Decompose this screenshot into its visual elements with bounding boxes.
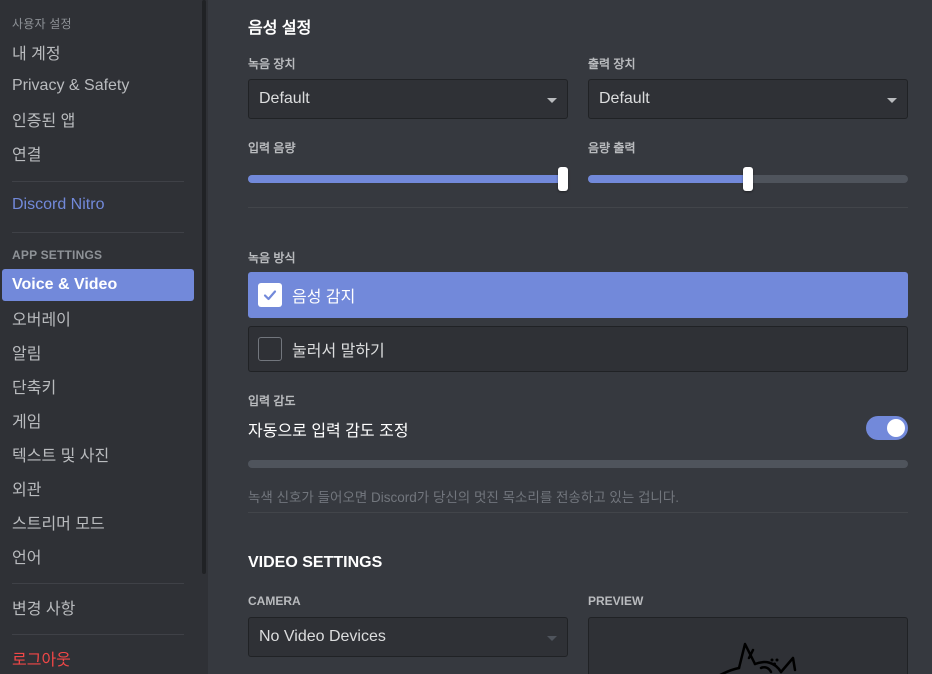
sidebar-item-connections[interactable]: 연결 xyxy=(2,137,194,169)
sidebar-scrollbar[interactable] xyxy=(202,0,206,574)
push-to-talk-option[interactable]: 눌러서 말하기 xyxy=(248,326,908,372)
voice-activity-label: 음성 감지 xyxy=(292,289,356,306)
input-volume-slider[interactable] xyxy=(248,167,568,191)
settings-sidebar: 사용자 설정 내 계정 Privacy & Safety 인증된 앱 연결 Di… xyxy=(0,0,208,674)
sidebar-item-discord-nitro[interactable]: Discord Nitro xyxy=(2,189,194,221)
camera-select[interactable]: No Video Devices xyxy=(248,617,568,657)
push-to-talk-label: 눌러서 말하기 xyxy=(292,343,385,360)
video-preview xyxy=(588,617,908,674)
toggle-knob xyxy=(887,419,905,437)
sidebar-item-authorized-apps[interactable]: 인증된 앱 xyxy=(2,103,194,135)
chevron-down-icon xyxy=(547,636,557,641)
output-volume-slider[interactable] xyxy=(588,167,908,191)
voice-settings-title: 음성 설정 xyxy=(248,20,312,37)
input-mode-label: 녹음 방식 xyxy=(248,251,296,265)
sidebar-item-notifications[interactable]: 알림 xyxy=(2,336,194,368)
preview-label: PREVIEW xyxy=(588,594,644,608)
auto-sensitivity-label: 자동으로 입력 감도 조정 xyxy=(248,423,409,440)
sidebar-item-games[interactable]: 게임 xyxy=(2,404,194,436)
output-volume-label: 음량 출력 xyxy=(588,141,636,155)
sidebar-divider xyxy=(12,634,184,635)
sidebar-item-privacy-safety[interactable]: Privacy & Safety xyxy=(2,70,194,102)
camera-value: No Video Devices xyxy=(259,628,386,645)
sidebar-item-keybinds[interactable]: 단축키 xyxy=(2,370,194,402)
output-device-select[interactable]: Default xyxy=(588,79,908,119)
sidebar-item-text-images[interactable]: 텍스트 및 사진 xyxy=(2,438,194,470)
section-divider xyxy=(248,207,908,208)
camera-label: CAMERA xyxy=(248,594,301,608)
sidebar-divider xyxy=(12,232,184,233)
input-volume-handle[interactable] xyxy=(558,167,568,191)
sidebar-item-my-account[interactable]: 내 계정 xyxy=(2,36,194,68)
output-volume-fill xyxy=(588,175,748,183)
input-volume-label: 입력 음량 xyxy=(248,141,296,155)
chevron-down-icon xyxy=(887,98,897,103)
sidebar-item-language[interactable]: 언어 xyxy=(2,540,194,572)
checkbox-checked xyxy=(258,283,282,307)
input-volume-fill xyxy=(248,175,568,183)
sidebar-divider xyxy=(12,583,184,584)
voice-activity-option[interactable]: 음성 감지 xyxy=(248,272,908,318)
user-settings-header: 사용자 설정 xyxy=(12,17,72,31)
sensitivity-meter[interactable] xyxy=(248,460,908,468)
sidebar-divider xyxy=(12,181,184,182)
section-divider xyxy=(248,512,908,513)
sidebar-item-overlay[interactable]: 오버레이 xyxy=(2,302,194,334)
sensitivity-note: 녹색 신호가 들어오면 Discord가 당신의 멋진 목소리를 전송하고 있는… xyxy=(248,490,680,505)
chevron-down-icon xyxy=(547,98,557,103)
sidebar-item-changelog[interactable]: 변경 사항 xyxy=(2,591,194,623)
wumpus-illustration-icon xyxy=(719,642,797,674)
sidebar-item-streamer-mode[interactable]: 스트리머 모드 xyxy=(2,506,194,538)
video-settings-title: VIDEO SETTINGS xyxy=(248,554,383,571)
input-device-select[interactable]: Default xyxy=(248,79,568,119)
app-settings-header: APP SETTINGS xyxy=(12,248,103,262)
checkbox-empty xyxy=(258,337,282,361)
input-device-label: 녹음 장치 xyxy=(248,57,296,71)
output-device-value: Default xyxy=(599,90,650,107)
settings-content: 음성 설정 녹음 장치 Default 출력 장치 Default 입력 음량 … xyxy=(208,0,932,674)
checkmark-icon xyxy=(263,290,277,301)
output-volume-handle[interactable] xyxy=(743,167,753,191)
auto-sensitivity-toggle[interactable] xyxy=(866,416,908,440)
sensitivity-label: 입력 감도 xyxy=(248,394,296,408)
sidebar-item-logout[interactable]: 로그아웃 xyxy=(2,642,194,674)
input-device-value: Default xyxy=(259,90,310,107)
sidebar-item-voice-video[interactable]: Voice & Video xyxy=(2,269,194,301)
sidebar-item-appearance[interactable]: 외관 xyxy=(2,472,194,504)
output-device-label: 출력 장치 xyxy=(588,57,636,71)
